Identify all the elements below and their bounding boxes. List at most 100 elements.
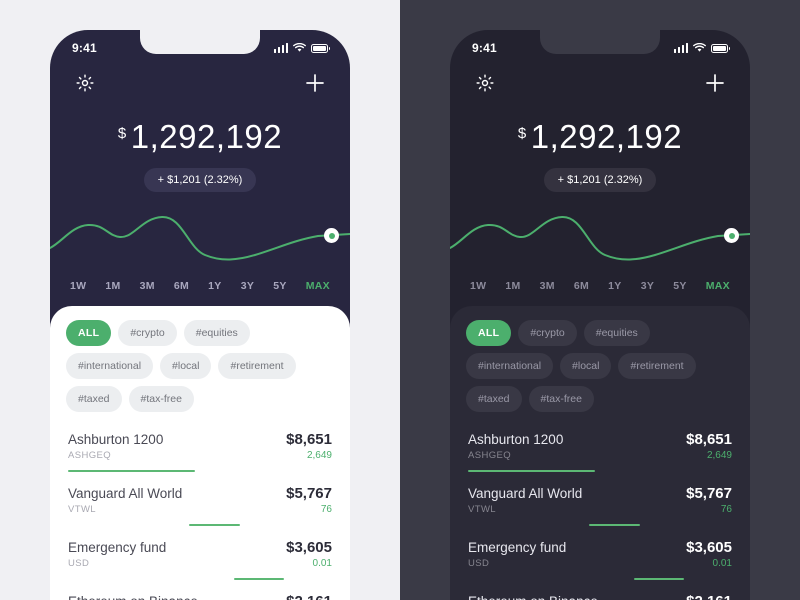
chart-end-dot-icon <box>724 228 739 243</box>
asset-name: Vanguard All World <box>468 486 583 501</box>
chip-taxed[interactable]: #taxed <box>66 386 122 412</box>
chip-all[interactable]: ALL <box>466 320 512 346</box>
battery-icon <box>311 43 331 53</box>
status-icons <box>673 43 731 53</box>
list-item[interactable]: Ashburton 1200 $8,651 ASHGEQ 2,649 <box>468 422 732 461</box>
chip-crypto[interactable]: #crypto <box>518 320 577 346</box>
balance-amount: $1,292,192 <box>450 118 750 156</box>
chip-retirement[interactable]: #retirement <box>218 353 296 379</box>
range-6m[interactable]: 6M <box>174 280 189 292</box>
list-item[interactable]: Vanguard All World $5,767 VTWL 76 <box>468 476 732 515</box>
portfolio-chart[interactable] <box>450 208 750 270</box>
list-item[interactable]: Ashburton 1200 $8,651 ASHGEQ 2,649 <box>68 422 332 461</box>
allocation-bar <box>68 574 332 584</box>
asset-list: Ashburton 1200 $8,651 ASHGEQ 2,649 Vangu… <box>64 422 336 600</box>
wifi-icon <box>293 43 306 52</box>
range-1m[interactable]: 1M <box>505 280 520 292</box>
range-1m[interactable]: 1M <box>105 280 120 292</box>
assets-card: ALL #crypto #equities #international #lo… <box>450 306 750 600</box>
asset-quantity: 2,649 <box>306 450 332 461</box>
chip-crypto[interactable]: #crypto <box>118 320 177 346</box>
chart-end-dot-icon <box>324 228 339 243</box>
range-selector: 1W 1M 3M 6M 1Y 3Y 5Y MAX <box>450 270 750 306</box>
chip-tax-free[interactable]: #tax-free <box>128 386 194 412</box>
chip-all[interactable]: ALL <box>66 320 112 346</box>
chip-equities[interactable]: #equities <box>583 320 650 346</box>
status-icons <box>273 43 331 53</box>
chip-equities[interactable]: #equities <box>183 320 250 346</box>
asset-name: Vanguard All World <box>68 486 183 501</box>
range-5y[interactable]: 5Y <box>673 280 686 292</box>
asset-name: Ashburton 1200 <box>468 432 564 447</box>
asset-ticker: USD <box>68 558 90 569</box>
list-item[interactable]: Emergency fund $3,605 USD 0.01 <box>468 530 732 569</box>
change-badge: + $1,201 (2.32%) <box>143 168 257 192</box>
list-item[interactable]: Vanguard All World $5,767 VTWL 76 <box>68 476 332 515</box>
asset-name: Ashburton 1200 <box>68 432 164 447</box>
asset-name: Ethereum on Binance <box>68 594 198 600</box>
filter-chips: ALL #crypto #equities #international #lo… <box>464 320 736 422</box>
asset-value: $3,605 <box>686 539 732 556</box>
balance-amount: $1,292,192 <box>50 118 350 156</box>
asset-name: Emergency fund <box>468 540 567 555</box>
balance-section: $1,292,192 + $1,201 (2.32%) <box>50 96 350 192</box>
asset-quantity: 0.01 <box>312 558 332 569</box>
asset-ticker: ASHGEQ <box>468 450 512 461</box>
chip-local[interactable]: #local <box>560 353 612 379</box>
range-1y[interactable]: 1Y <box>208 280 221 292</box>
light-theme-pane: 9:41 $ 1,292,192 + $1,201 (2.32%) 1W 1M … <box>0 0 400 600</box>
balance-number: 1,292,192 <box>530 118 683 155</box>
asset-ticker: ASHGEQ <box>68 450 112 461</box>
asset-quantity: 0.01 <box>712 558 732 569</box>
asset-ticker: USD <box>468 558 490 569</box>
chip-retirement[interactable]: #retirement <box>618 353 696 379</box>
allocation-bar <box>468 574 732 584</box>
list-item[interactable]: Ethereum on Binance $2,161 ETH 10 <box>68 584 332 600</box>
gear-icon[interactable] <box>472 70 498 96</box>
phone-notch <box>540 30 660 54</box>
allocation-bar <box>468 520 732 530</box>
range-3m[interactable]: 3M <box>140 280 155 292</box>
asset-name: Emergency fund <box>68 540 167 555</box>
phone-mockup-light: 9:41 $ 1,292,192 + $1,201 (2.32%) 1W 1M … <box>50 30 350 600</box>
currency-symbol: $ <box>517 125 527 142</box>
asset-value: $2,161 <box>286 593 332 600</box>
portfolio-chart[interactable] <box>50 208 350 270</box>
phone-notch <box>140 30 260 54</box>
gear-icon[interactable] <box>72 70 98 96</box>
asset-quantity: 76 <box>320 504 332 515</box>
range-1y[interactable]: 1Y <box>608 280 621 292</box>
plus-icon[interactable] <box>302 70 328 96</box>
signal-bars-icon <box>673 43 688 53</box>
asset-list: Ashburton 1200 $8,651 ASHGEQ 2,649 Vangu… <box>464 422 736 600</box>
range-6m[interactable]: 6M <box>574 280 589 292</box>
balance-section: $1,292,192 + $1,201 (2.32%) <box>450 96 750 192</box>
range-3y[interactable]: 3Y <box>641 280 654 292</box>
plus-icon[interactable] <box>702 70 728 96</box>
top-nav-bar <box>50 60 350 96</box>
filter-chips: ALL #crypto #equities #international #lo… <box>64 320 336 422</box>
range-3y[interactable]: 3Y <box>241 280 254 292</box>
asset-value: $3,605 <box>286 539 332 556</box>
range-3m[interactable]: 3M <box>540 280 555 292</box>
range-max[interactable]: MAX <box>706 280 730 292</box>
range-max[interactable]: MAX <box>306 280 330 292</box>
allocation-bar <box>68 520 332 530</box>
range-1w[interactable]: 1W <box>470 280 486 292</box>
range-5y[interactable]: 5Y <box>273 280 286 292</box>
chip-international[interactable]: #international <box>466 353 554 379</box>
range-selector: 1W 1M 3M 6M 1Y 3Y 5Y MAX <box>50 270 350 306</box>
asset-ticker: VTWL <box>68 504 96 515</box>
asset-value: $2,161 <box>686 593 732 600</box>
battery-icon <box>711 43 731 53</box>
range-1w[interactable]: 1W <box>70 280 86 292</box>
asset-value: $8,651 <box>286 431 332 448</box>
chip-tax-free[interactable]: #tax-free <box>528 386 594 412</box>
chip-international[interactable]: #international <box>66 353 154 379</box>
list-item[interactable]: Emergency fund $3,605 USD 0.01 <box>68 530 332 569</box>
chip-local[interactable]: #local <box>160 353 212 379</box>
chip-taxed[interactable]: #taxed <box>466 386 522 412</box>
asset-value: $5,767 <box>286 485 332 502</box>
list-item[interactable]: Ethereum on Binance $2,161 ETH 10 <box>468 584 732 600</box>
allocation-bar <box>468 466 732 476</box>
